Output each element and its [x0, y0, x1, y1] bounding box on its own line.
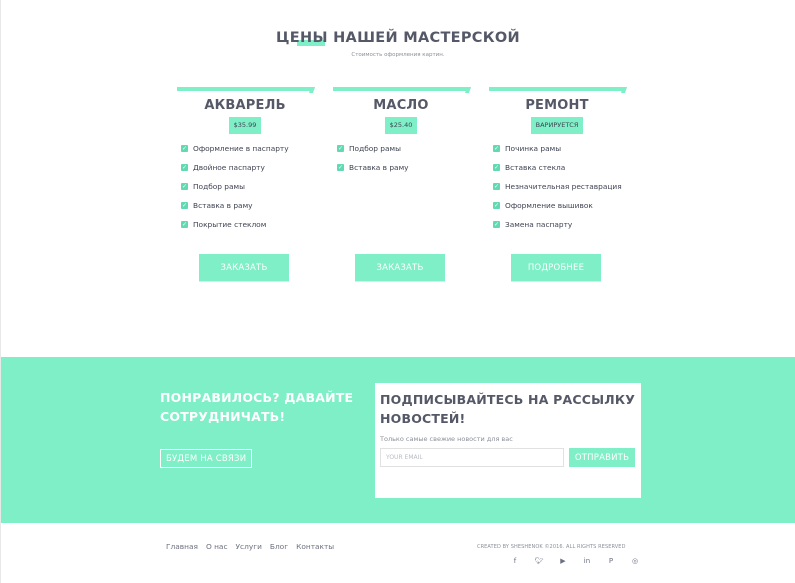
feature-item: ✓ Вставка стекла [493, 163, 566, 172]
check-icon: ✓ [493, 202, 500, 209]
feature-item: ✓ Вставка в раму [337, 163, 409, 172]
check-icon: ✓ [337, 145, 344, 152]
youtube-icon[interactable]: ▶ [551, 556, 575, 566]
feature-item: ✓ Покрытие стеклом [181, 220, 267, 229]
footer-nav: Главная О нас Услуги Блог Контакты [166, 542, 342, 551]
cta-band: ПОНРАВИЛОСЬ? ДАВАЙТЕ СОТРУДНИЧАТЬ! БУДЕМ… [1, 357, 795, 523]
send-button[interactable]: ОТПРАВИТЬ [569, 448, 635, 467]
footer-link-blog[interactable]: Блог [270, 542, 288, 551]
instagram-icon[interactable]: ◎ [623, 556, 647, 566]
card-accent-bar [333, 87, 469, 91]
check-icon: ✓ [493, 164, 500, 171]
card-title: РЕМОНТ [525, 98, 589, 113]
pricing-card-oil: МАСЛО $25.40 ✓ Подбор рамы ✓ Вставка в рам… [333, 87, 469, 281]
feature-item: ✓ Замена паспарту [493, 220, 573, 229]
check-icon: ✓ [181, 164, 188, 171]
price-badge: $25.40 [384, 117, 418, 134]
section-title: ЦЕНЫ НАШЕЙ МАСТЕРСКОЙ [276, 30, 520, 46]
pinterest-icon[interactable]: P [599, 556, 623, 566]
card-accent-bar [177, 87, 313, 91]
check-icon: ✓ [493, 221, 500, 228]
footer-link-services[interactable]: Услуги [236, 542, 262, 551]
details-button[interactable]: ПОДРОБНЕЕ [511, 254, 601, 281]
check-icon: ✓ [181, 183, 188, 190]
linkedin-icon[interactable]: in [575, 556, 599, 566]
check-icon: ✓ [337, 164, 344, 171]
check-icon: ✓ [493, 183, 500, 190]
contact-button[interactable]: БУДЕМ НА СВЯЗИ [160, 449, 253, 468]
feature-item: ✓ Двойное паспарту [181, 163, 265, 172]
footer-link-home[interactable]: Главная [166, 542, 198, 551]
feature-item: ✓ Подбор рамы [337, 144, 401, 153]
twitter-icon[interactable]: 🐦︎ [527, 556, 551, 566]
copyright: CREATED BY SHESHENOK ©2016. ALL RIGHTS R… [477, 544, 626, 550]
feature-item: ✓ Подбор рамы [181, 182, 245, 191]
subscribe-text: Только самые свежие новости для вас [380, 435, 513, 443]
card-title: АКВАРЕЛЬ [204, 98, 286, 113]
feature-item: ✓ Починка рамы [493, 144, 562, 153]
check-icon: ✓ [493, 145, 500, 152]
feature-item: ✓ Незначительная реставрация [493, 182, 622, 191]
price-badge: $35.99 [228, 117, 262, 134]
subscribe-box: ПОДПИСЫВАЙТЕСЬ НА РАССЫЛКУ НОВОСТЕЙ! Тол… [375, 383, 641, 498]
feature-list: ✓ Оформление в паспарту ✓ Двойное паспарту… [177, 144, 313, 239]
check-icon: ✓ [181, 221, 188, 228]
social-links: f 🐦︎ ▶ in P ◎ [503, 556, 647, 566]
pricing-card-repair: РЕМОНТ ВАРИРУЕТСЯ ✓ Починка рамы ✓ Вставка… [489, 87, 625, 281]
price-badge: ВАРИРУЕТСЯ [530, 117, 584, 134]
subscribe-title: ПОДПИСЫВАЙТЕСЬ НА РАССЫЛКУ НОВОСТЕЙ! [380, 392, 636, 426]
pricing-card-watercolor: АКВАРЕЛЬ $35.99 ✓ Оформление в паспарту ✓… [177, 87, 313, 281]
feature-item: ✓ Вставка в раму [181, 201, 253, 210]
facebook-icon[interactable]: f [503, 556, 527, 566]
feature-item: ✓ Оформление в паспарту [181, 144, 289, 153]
check-icon: ✓ [181, 202, 188, 209]
cta-title: ПОНРАВИЛОСЬ? ДАВАЙТЕ СОТРУДНИЧАТЬ! [160, 390, 354, 424]
footer-link-contacts[interactable]: Контакты [296, 542, 334, 551]
card-accent-bar [489, 87, 625, 91]
order-button[interactable]: ЗАКАЗАТЬ [199, 254, 289, 281]
order-button[interactable]: ЗАКАЗАТЬ [355, 254, 445, 281]
section-subtitle: Стоимость оформления картин. [351, 52, 445, 58]
email-field[interactable] [380, 448, 564, 467]
page: ЦЕНЫ НАШЕЙ МАСТЕРСКОЙ Стоимость оформлен… [0, 0, 795, 583]
feature-item: ✓ Оформление вышивок [493, 201, 593, 210]
card-title: МАСЛО [373, 98, 429, 113]
feature-list: ✓ Подбор рамы ✓ Вставка в раму [333, 144, 469, 182]
feature-list: ✓ Починка рамы ✓ Вставка стекла ✓ Незначите… [489, 144, 625, 239]
footer-link-about[interactable]: О нас [206, 542, 228, 551]
check-icon: ✓ [181, 145, 188, 152]
